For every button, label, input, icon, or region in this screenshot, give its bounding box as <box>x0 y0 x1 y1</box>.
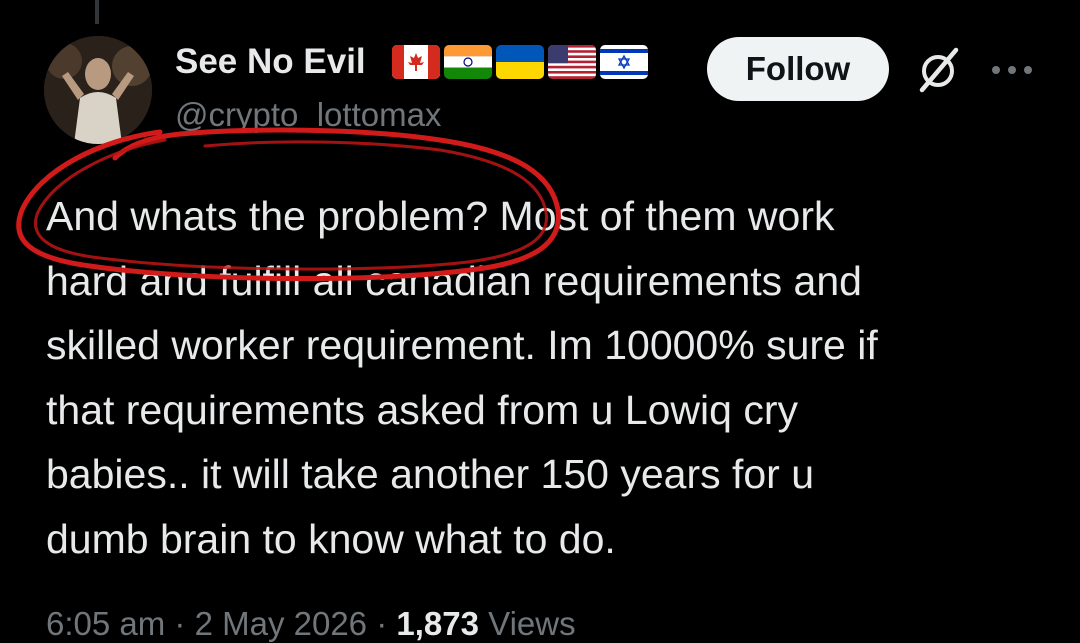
author-display-name[interactable]: See No Evil <box>175 42 366 82</box>
tweet-text-line: babies.. it will take another 150 years … <box>46 451 815 497</box>
thread-connector-line <box>95 0 99 24</box>
tweet-metadata: 6:05 am · 2 May 2026 · 1,873 Views <box>46 605 576 643</box>
grok-icon[interactable] <box>912 44 964 96</box>
tweet-time[interactable]: 6:05 am <box>46 605 165 642</box>
israel-flag-icon <box>600 45 648 79</box>
canada-flag-icon <box>392 45 440 79</box>
views-count[interactable]: 1,873 <box>396 605 479 642</box>
avatar-image <box>44 36 152 144</box>
tweet-text-line: And whats the problem? Most of them work <box>46 193 835 239</box>
more-options-icon[interactable] <box>990 60 1034 80</box>
avatar[interactable] <box>44 36 152 144</box>
india-flag-icon <box>444 45 492 79</box>
follow-button[interactable]: Follow <box>707 37 889 101</box>
tweet-text-line: that requirements asked from u Lowiq cry <box>46 386 798 433</box>
tweet-text-line: skilled worker requirement. Im 10000% su… <box>46 322 878 368</box>
flag-emoji-group <box>392 45 648 79</box>
tweet-text-line: dumb brain to know what to do. <box>46 515 616 562</box>
tweet-text-line: hard and fulfill all canadian requiremen… <box>46 257 862 304</box>
author-handle[interactable]: @crypto_lottomax <box>175 96 441 134</box>
views-label: Views <box>488 605 576 642</box>
meta-separator: · <box>174 605 186 642</box>
tweet-date[interactable]: 2 May 2026 <box>195 605 367 642</box>
meta-separator: · <box>376 605 388 642</box>
tweet-text: And whats the problem? Most of them work… <box>46 184 1046 571</box>
ukraine-flag-icon <box>496 45 544 79</box>
usa-flag-icon <box>548 45 596 79</box>
